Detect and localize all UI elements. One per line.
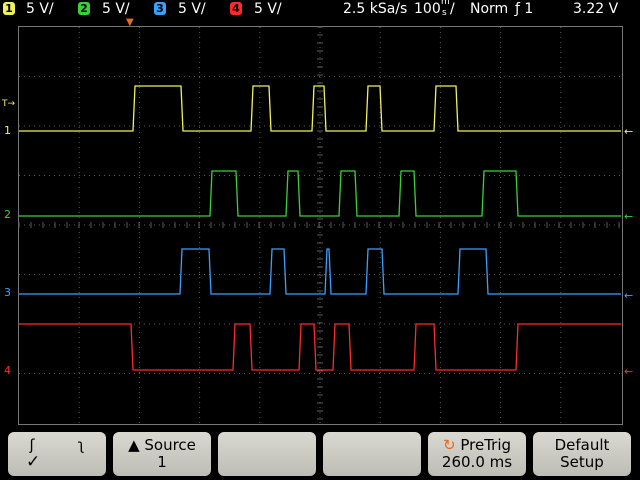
falling-edge-icon: ʅ xyxy=(77,436,85,454)
default-setup-softkey[interactable]: Default Setup xyxy=(533,432,631,476)
source-value: 1 xyxy=(157,453,167,471)
channel-4-right-arrow: ← xyxy=(624,365,633,378)
default-label: Default xyxy=(554,436,610,454)
channel-1-ground-marker: 1 xyxy=(4,124,11,137)
channel-2-right-arrow: ← xyxy=(624,210,633,223)
channel-1-right-arrow: ← xyxy=(624,125,633,138)
pretrig-softkey[interactable]: ↻ PreTrig 260.0 ms xyxy=(428,432,526,476)
channel-2-ground-marker: 2 xyxy=(4,208,11,221)
softkey-bar: ʃ ʅ ✓ ▲ Source 1 ↻ PreTrig 260.0 ms Defa… xyxy=(0,428,640,480)
source-label: ▲ Source xyxy=(128,436,196,454)
source-softkey[interactable]: ▲ Source 1 xyxy=(113,432,211,476)
slope-softkey[interactable]: ʃ ʅ ✓ xyxy=(8,432,106,476)
pretrig-label: PreTrig xyxy=(460,436,512,454)
waveform-svg: T→ 1 2 3 4 ← ← ← ← xyxy=(1,26,633,423)
channel-3-right-arrow: ← xyxy=(624,289,633,302)
blank-softkey-4[interactable] xyxy=(323,432,421,476)
trigger-level-marker: T→ xyxy=(1,99,15,109)
pretrig-value: 260.0 ms xyxy=(441,453,513,471)
checkmark-icon: ✓ xyxy=(26,452,41,472)
blank-softkey-3[interactable] xyxy=(218,432,316,476)
channel-4-ground-marker: 4 xyxy=(4,364,11,377)
channel-3-ground-marker: 3 xyxy=(4,286,11,299)
default-value: Setup xyxy=(560,453,604,471)
channel-markers: T→ 1 2 3 4 ← ← ← ← xyxy=(1,99,633,378)
rotate-knob-icon: ↻ xyxy=(442,436,456,454)
